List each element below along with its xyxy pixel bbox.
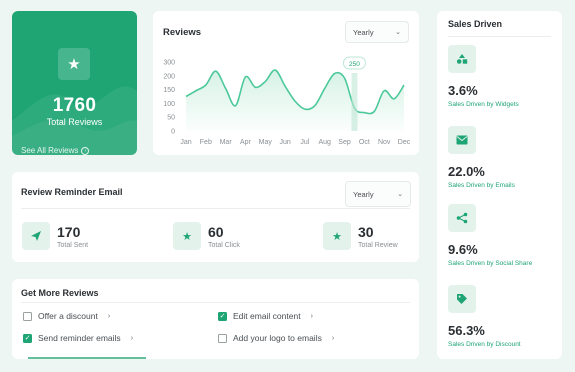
y-tick-label: 100 [163,101,175,108]
checkbox-checked[interactable]: ✓ [23,333,32,343]
chevron-right-icon: › [331,334,335,342]
active-indicator [28,357,146,359]
option-label: Send reminder emails [38,333,121,343]
x-tick-label: Apr [240,139,252,146]
x-tick-label: Mar [220,139,233,146]
send-icon [22,222,50,250]
stat-label: Total Click [208,242,240,249]
stat-total-review: ★ 30 Total Review [323,222,413,254]
stat-label: Total Review [358,242,398,249]
reminder-title: Review Reminder Email [21,187,123,197]
x-tick-label: May [259,139,273,146]
x-tick-label: Jun [279,139,290,146]
sales-label: Sales Driven by Social Share [448,260,533,267]
reviews-chart-title: Reviews [163,27,202,38]
sales-label: Sales Driven by Emails [448,182,515,189]
tag-icon [448,285,476,313]
star-icon: ★ [173,222,201,250]
share-icon [448,204,476,232]
y-tick-label: 300 [163,60,175,67]
option-offer-discount[interactable]: Offer a discount › [23,311,110,321]
mail-icon [448,126,476,154]
reminder-period-value: Yearly [353,189,374,199]
y-tick-label: 50 [167,115,175,122]
total-reviews-label: Total Reviews [46,117,103,127]
star-icon: ★ [323,222,351,250]
sales-item-emails: 22.0% Sales Driven by Emails [448,126,558,196]
get-more-title: Get More Reviews [21,288,99,298]
x-tick-label: Sep [338,139,351,146]
stat-value: 60 [208,224,224,240]
reviews-chart-card: 300 200 150 100 50 0 Jan Feb Mar Apr May Jun Jul Aug S… [153,11,419,155]
stat-value: 170 [57,224,81,240]
sales-item-discount: 56.3% Sales Driven by Discount [448,285,558,355]
checkbox[interactable] [218,333,227,343]
reminder-period-dropdown[interactable]: Yearly ⌄ [345,181,411,207]
divider [448,36,551,37]
sales-value: 56.3% [448,323,485,338]
stat-total-sent: 170 Total Sent [22,222,142,254]
sales-label: Sales Driven by Discount [448,341,521,348]
sales-title: Sales Driven [448,19,503,29]
sales-value: 9.6% [448,242,478,257]
sales-value: 3.6% [448,83,478,98]
y-tick-label: 150 [163,87,175,94]
sales-value: 22.0% [448,164,485,179]
x-tick-label: Feb [200,139,212,146]
option-label: Edit email content [233,311,301,321]
see-all-reviews-link[interactable]: See All Reviews › [21,146,90,155]
x-tick-label: Oct [359,139,370,146]
option-edit-email-content[interactable]: ✓ Edit email content › [218,311,313,321]
sales-driven-card: Sales Driven 3.6% Sales Driven by Widget… [437,11,562,359]
see-all-reviews-label: See All Reviews [21,146,79,155]
divider [21,208,410,209]
checkbox[interactable] [23,311,32,321]
reviews-period-value: Yearly [353,27,374,37]
arrow-circle-icon: › [81,146,90,155]
star-icon: ★ [58,48,90,80]
x-tick-label: Aug [318,139,331,146]
stat-value: 30 [358,224,374,240]
total-reviews-value: 1760 [52,95,97,116]
chevron-right-icon: › [107,312,111,320]
option-send-reminder-emails[interactable]: ✓ Send reminder emails › [23,333,133,343]
stat-total-click: ★ 60 Total Click [173,222,293,254]
option-add-logo[interactable]: Add your logo to emails › [218,333,334,343]
x-tick-label: Nov [378,139,391,146]
y-tick-label: 200 [163,73,175,80]
chevron-down-icon: ⌄ [397,191,403,198]
x-tick-label: Dec [398,139,411,146]
sales-item-social-share: 9.6% Sales Driven by Social Share [448,204,558,274]
reviews-period-dropdown[interactable]: Yearly ⌄ [345,21,409,43]
stat-label: Total Sent [57,242,89,249]
option-label: Add your logo to emails [233,333,322,343]
checkbox-checked[interactable]: ✓ [218,311,227,321]
chevron-right-icon: › [130,334,134,342]
y-tick-label: 0 [171,129,175,136]
get-more-reviews-card: Get More Reviews Offer a discount › ✓ Ed… [12,279,419,359]
shapes-icon [448,45,476,73]
chart-tooltip-value: 250 [349,61,360,68]
x-tick-label: Jan [180,139,191,146]
total-reviews-card: ★ 1760 Total Reviews See All Reviews › [12,11,137,155]
review-reminder-card: Review Reminder Email Yearly ⌄ 170 Total… [12,172,419,262]
chevron-right-icon: › [310,312,313,320]
sales-label: Sales Driven by Widgets [448,101,519,108]
divider [21,302,410,303]
sales-item-widgets: 3.6% Sales Driven by Widgets [448,45,558,115]
chevron-down-icon: ⌄ [395,29,401,36]
card-background-wave [12,86,137,155]
option-label: Offer a discount [38,311,98,321]
x-tick-label: Jul [300,139,309,146]
